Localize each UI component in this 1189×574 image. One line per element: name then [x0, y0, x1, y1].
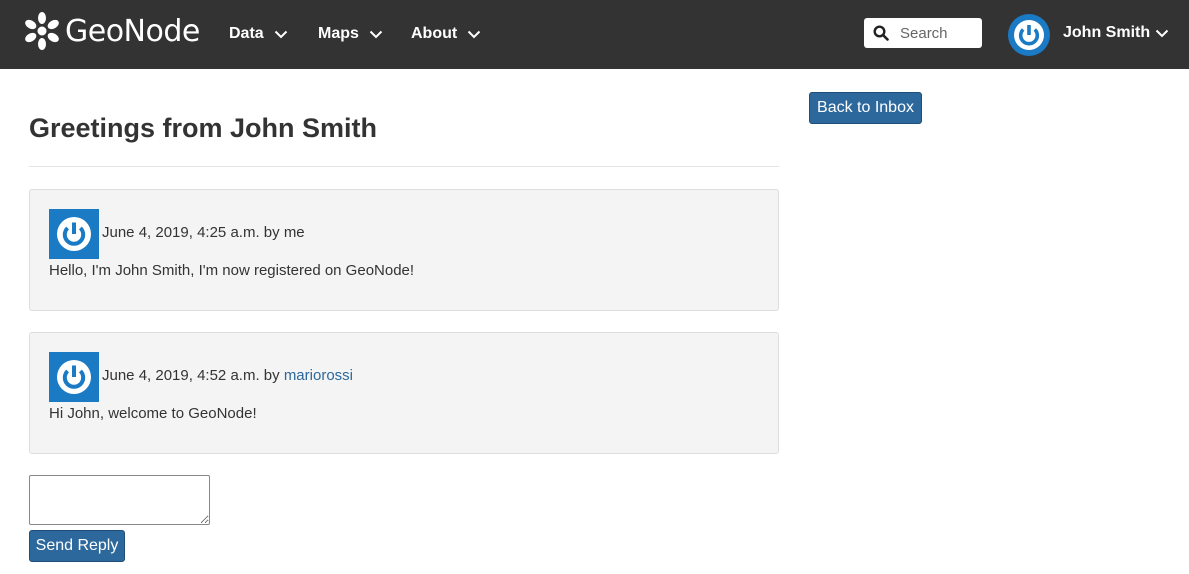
- message-timestamp: June 4, 2019, 4:25 a.m.: [102, 224, 260, 241]
- brand-name: GeoNode: [65, 13, 200, 49]
- nav-menu-label: Data: [229, 25, 264, 42]
- chevron-down-icon: [274, 30, 287, 38]
- user-menu-name[interactable]: John Smith: [1063, 24, 1150, 42]
- message-card: June 4, 2019, 4:25 a.m. by me Hello, I'm…: [29, 189, 779, 311]
- brand-logo[interactable]: GeoNode: [22, 10, 200, 52]
- message-body: Hello, I'm John Smith, I'm now registere…: [49, 262, 415, 279]
- navbar: GeoNode Data Maps About John Smith: [0, 0, 1189, 69]
- chevron-down-icon: [369, 30, 383, 38]
- power-avatar-icon: [49, 209, 99, 259]
- message-author: me: [283, 224, 305, 241]
- nav-menu-label: About: [411, 25, 458, 42]
- search-input[interactable]: [900, 24, 982, 42]
- message-by: by: [263, 367, 280, 384]
- chevron-down-icon[interactable]: [1155, 29, 1169, 38]
- user-avatar[interactable]: [1008, 14, 1050, 56]
- message-meta: June 4, 2019, 4:52 a.m. by mariorossi: [102, 367, 353, 384]
- page-title: Greetings from John Smith: [29, 113, 378, 143]
- nav-menu-data[interactable]: Data: [229, 22, 288, 46]
- nav-menu-about[interactable]: About: [411, 22, 481, 46]
- message-by: by: [263, 224, 280, 241]
- search-icon: [873, 25, 889, 41]
- back-to-inbox-button[interactable]: Back to Inbox: [809, 92, 922, 124]
- reply-textarea[interactable]: [29, 475, 210, 525]
- message-author-link[interactable]: mariorossi: [284, 367, 353, 384]
- message-timestamp: June 4, 2019, 4:52 a.m.: [102, 367, 260, 384]
- nav-menu-maps[interactable]: Maps: [318, 22, 383, 46]
- message-meta: June 4, 2019, 4:25 a.m. by me: [102, 224, 305, 241]
- send-reply-button[interactable]: Send Reply: [29, 530, 125, 562]
- title-divider: [29, 166, 779, 167]
- chevron-down-icon: [467, 30, 481, 38]
- power-avatar-icon: [49, 352, 99, 402]
- nav-menu-label: Maps: [318, 25, 359, 42]
- search-box: [864, 18, 982, 48]
- message-card: June 4, 2019, 4:52 a.m. by mariorossi Hi…: [29, 332, 779, 454]
- message-body: Hi John, welcome to GeoNode!: [49, 405, 257, 422]
- geonode-logo-icon: [25, 12, 59, 50]
